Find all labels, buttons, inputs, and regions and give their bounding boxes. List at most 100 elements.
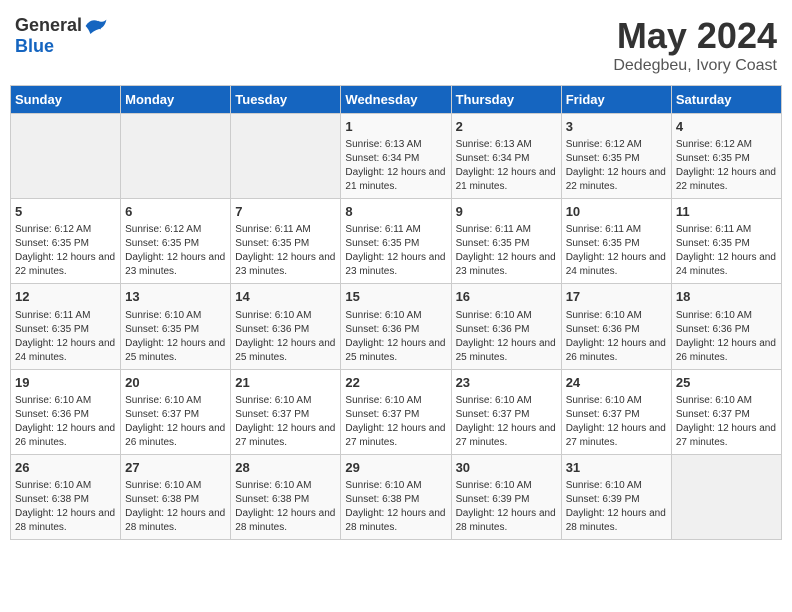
table-row: 30 Sunrise: 6:10 AMSunset: 6:39 PMDayligh… [451,454,561,539]
table-row: 25 Sunrise: 6:10 AMSunset: 6:37 PMDayligh… [671,369,781,454]
table-row: 7 Sunrise: 6:11 AMSunset: 6:35 PMDaylight… [231,199,341,284]
calendar-table: Sunday Monday Tuesday Wednesday Thursday… [10,85,782,540]
calendar-week-3: 12Sunrise: 6:11 AMSunset: 6:35 PMDayligh… [11,284,782,369]
table-row: 29 Sunrise: 6:10 AMSunset: 6:38 PMDayligh… [341,454,451,539]
day-number: 4 [676,118,777,136]
day-number: 6 [125,203,226,221]
table-row: 26Sunrise: 6:10 AMSunset: 6:38 PMDayligh… [11,454,121,539]
day-info: Sunrise: 6:10 AMSunset: 6:36 PMDaylight:… [15,394,116,450]
day-info: Sunrise: 6:12 AMSunset: 6:35 PMDaylight:… [676,138,777,194]
day-info: Sunrise: 6:10 AMSunset: 6:39 PMDaylight:… [456,479,557,535]
day-info: Sunrise: 6:10 AMSunset: 6:37 PMDaylight:… [456,394,557,450]
table-row: 17Sunrise: 6:10 AMSunset: 6:36 PMDayligh… [561,284,671,369]
day-info: Sunrise: 6:10 AMSunset: 6:37 PMDaylight:… [345,394,446,450]
day-number: 1 [345,118,446,136]
day-number: 9 [456,203,557,221]
day-info: Sunrise: 6:10 AMSunset: 6:37 PMDaylight:… [125,394,226,450]
day-info: Sunrise: 6:11 AMSunset: 6:35 PMDaylight:… [566,223,667,279]
table-row: 11 Sunrise: 6:11 AMSunset: 6:35 PMDayligh… [671,199,781,284]
table-row [231,114,341,199]
table-row: 5 Sunrise: 6:12 AMSunset: 6:35 PMDaylight… [11,199,121,284]
day-number: 26 [15,459,116,477]
table-row: 4 Sunrise: 6:12 AMSunset: 6:35 PMDaylight… [671,114,781,199]
title-section: May 2024 Dedegbeu, Ivory Coast [613,15,777,75]
day-number: 11 [676,203,777,221]
day-number: 7 [235,203,336,221]
table-row: 13 Sunrise: 6:10 AMSunset: 6:35 PMDayligh… [121,284,231,369]
logo-bird-icon [84,16,108,36]
table-row [671,454,781,539]
day-info: Sunrise: 6:10 AMSunset: 6:36 PMDaylight:… [566,309,667,365]
header-friday: Friday [561,86,671,114]
header-wednesday: Wednesday [341,86,451,114]
table-row: 22Sunrise: 6:10 AMSunset: 6:37 PMDayligh… [341,369,451,454]
day-info: Sunrise: 6:10 AMSunset: 6:35 PMDaylight:… [125,309,226,365]
day-number: 29 [345,459,446,477]
table-row: 23 Sunrise: 6:10 AMSunset: 6:37 PMDayligh… [451,369,561,454]
calendar-week-1: 1 Sunrise: 6:13 AMSunset: 6:34 PMDaylight… [11,114,782,199]
table-row [121,114,231,199]
day-number: 16 [456,288,557,306]
calendar-title: May 2024 [613,15,777,57]
header-sunday: Sunday [11,86,121,114]
table-row: 19Sunrise: 6:10 AMSunset: 6:36 PMDayligh… [11,369,121,454]
day-info: Sunrise: 6:10 AMSunset: 6:36 PMDaylight:… [345,309,446,365]
header-tuesday: Tuesday [231,86,341,114]
table-row: 1 Sunrise: 6:13 AMSunset: 6:34 PMDaylight… [341,114,451,199]
calendar-week-2: 5 Sunrise: 6:12 AMSunset: 6:35 PMDaylight… [11,199,782,284]
table-row: 9 Sunrise: 6:11 AMSunset: 6:35 PMDaylight… [451,199,561,284]
day-info: Sunrise: 6:10 AMSunset: 6:37 PMDaylight:… [676,394,777,450]
weekday-header-row: Sunday Monday Tuesday Wednesday Thursday… [11,86,782,114]
calendar-week-5: 26 Sunrise: 6:10 AMSunset: 6:38 PMDayligh… [11,454,782,539]
day-number: 13 [125,288,226,306]
day-number: 27 [125,459,226,477]
table-row: 31Sunrise: 6:10 AMSunset: 6:39 PMDayligh… [561,454,671,539]
calendar-week-4: 19Sunrise: 6:10 AMSunset: 6:36 PMDayligh… [11,369,782,454]
table-row: 28Sunrise: 6:10 AMSunset: 6:38 PMDayligh… [231,454,341,539]
table-row [11,114,121,199]
day-info: Sunrise: 6:12 AMSunset: 6:35 PMDaylight:… [15,223,116,279]
table-row: 15 Sunrise: 6:10 AMSunset: 6:36 PMDayligh… [341,284,451,369]
day-number: 25 [676,374,777,392]
table-row: 14Sunrise: 6:10 AMSunset: 6:36 PMDayligh… [231,284,341,369]
table-row: 21 Sunrise: 6:10 AMSunset: 6:37 PMDayligh… [231,369,341,454]
day-number: 23 [456,374,557,392]
day-number: 3 [566,118,667,136]
day-info: Sunrise: 6:13 AMSunset: 6:34 PMDaylight:… [456,138,557,194]
day-info: Sunrise: 6:12 AMSunset: 6:35 PMDaylight:… [566,138,667,194]
logo: General Blue [15,15,108,57]
day-number: 20 [125,374,226,392]
day-info: Sunrise: 6:10 AMSunset: 6:38 PMDaylight:… [125,479,226,535]
day-number: 28 [235,459,336,477]
day-info: Sunrise: 6:10 AMSunset: 6:37 PMDaylight:… [235,394,336,450]
table-row: 6 Sunrise: 6:12 AMSunset: 6:35 PMDaylight… [121,199,231,284]
table-row: 10Sunrise: 6:11 AMSunset: 6:35 PMDayligh… [561,199,671,284]
table-row: 12Sunrise: 6:11 AMSunset: 6:35 PMDayligh… [11,284,121,369]
logo-blue-text: Blue [15,36,54,57]
day-info: Sunrise: 6:11 AMSunset: 6:35 PMDaylight:… [235,223,336,279]
day-info: Sunrise: 6:10 AMSunset: 6:37 PMDaylight:… [566,394,667,450]
header-saturday: Saturday [671,86,781,114]
day-number: 2 [456,118,557,136]
day-number: 31 [566,459,667,477]
day-number: 15 [345,288,446,306]
day-info: Sunrise: 6:10 AMSunset: 6:38 PMDaylight:… [345,479,446,535]
header-monday: Monday [121,86,231,114]
day-info: Sunrise: 6:11 AMSunset: 6:35 PMDaylight:… [456,223,557,279]
day-info: Sunrise: 6:11 AMSunset: 6:35 PMDaylight:… [676,223,777,279]
day-number: 30 [456,459,557,477]
day-info: Sunrise: 6:12 AMSunset: 6:35 PMDaylight:… [125,223,226,279]
page-header: General Blue May 2024 Dedegbeu, Ivory Co… [10,10,782,75]
day-info: Sunrise: 6:10 AMSunset: 6:36 PMDaylight:… [676,309,777,365]
day-info: Sunrise: 6:13 AMSunset: 6:34 PMDaylight:… [345,138,446,194]
day-number: 21 [235,374,336,392]
table-row: 24Sunrise: 6:10 AMSunset: 6:37 PMDayligh… [561,369,671,454]
day-number: 5 [15,203,116,221]
table-row: 18Sunrise: 6:10 AMSunset: 6:36 PMDayligh… [671,284,781,369]
table-row: 2 Sunrise: 6:13 AMSunset: 6:34 PMDaylight… [451,114,561,199]
table-row: 16Sunrise: 6:10 AMSunset: 6:36 PMDayligh… [451,284,561,369]
table-row: 27 Sunrise: 6:10 AMSunset: 6:38 PMDayligh… [121,454,231,539]
table-row: 8Sunrise: 6:11 AMSunset: 6:35 PMDaylight… [341,199,451,284]
logo-general-text: General [15,15,82,36]
location-subtitle: Dedegbeu, Ivory Coast [613,57,777,75]
